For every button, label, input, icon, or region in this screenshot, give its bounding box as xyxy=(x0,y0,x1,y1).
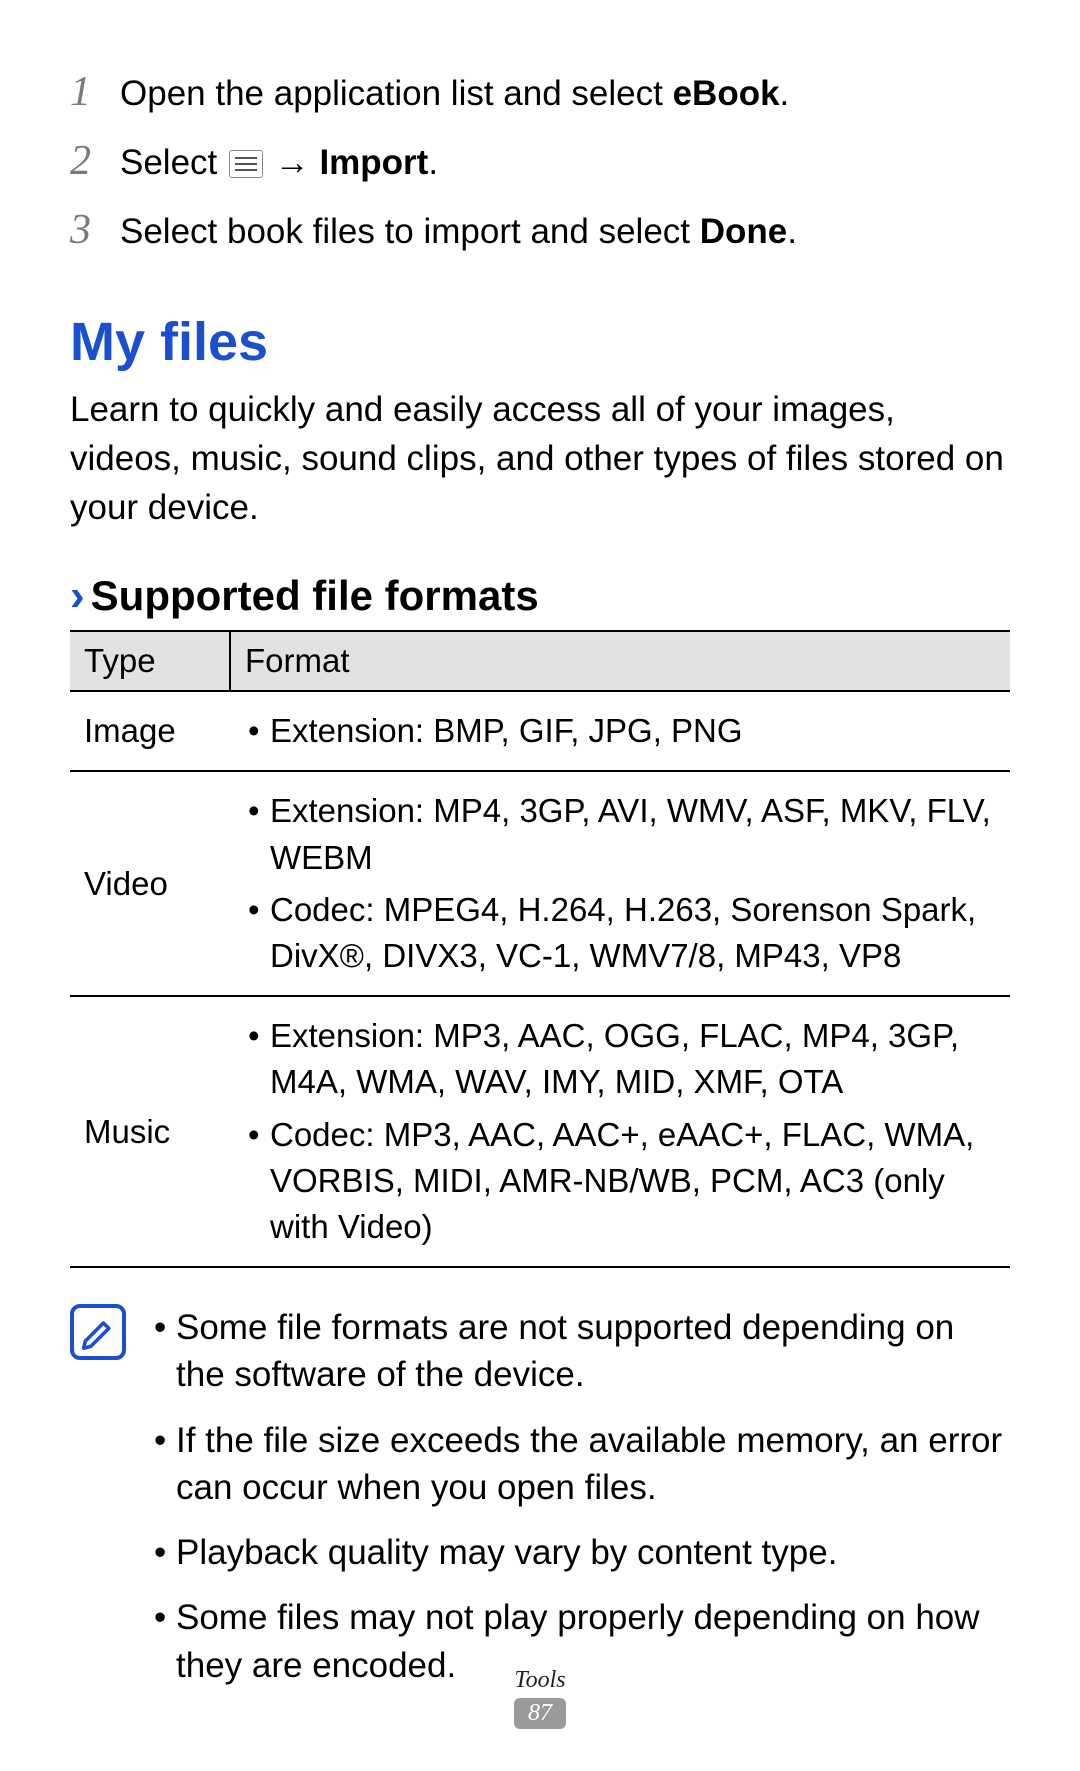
cell-type: Image xyxy=(70,691,230,771)
sub-heading: › Supported file formats xyxy=(70,572,1010,620)
page-footer: Tools 87 xyxy=(0,1667,1080,1729)
header-format: Format xyxy=(230,631,1010,691)
cell-type: Music xyxy=(70,996,230,1267)
table-row: Image Extension: BMP, GIF, JPG, PNG xyxy=(70,691,1010,771)
step-text: Select book files to import and select D… xyxy=(120,205,797,259)
note-icon xyxy=(70,1304,126,1360)
cell-format: Extension: BMP, GIF, JPG, PNG xyxy=(230,691,1010,771)
table-row: VideoExtension: MP4, 3GP, AVI, WMV, ASF,… xyxy=(70,771,1010,996)
chevron-icon: › xyxy=(70,574,85,618)
note-item: Some file formats are not supported depe… xyxy=(150,1304,1010,1399)
format-bullet: Extension: BMP, GIF, JPG, PNG xyxy=(244,708,996,754)
step-number: 2 xyxy=(70,129,100,194)
step-2: 2 Select → Import. xyxy=(70,129,1010,194)
step-text-prefix: Select book files to import and select xyxy=(120,212,700,251)
menu-icon xyxy=(229,150,263,178)
step-text-suffix: . xyxy=(428,143,438,182)
step-text-prefix: Select xyxy=(120,143,227,182)
note-item: Playback quality may vary by content typ… xyxy=(150,1529,1010,1576)
table-row: MusicExtension: MP3, AAC, OGG, FLAC, MP4… xyxy=(70,996,1010,1267)
table-header-row: Type Format xyxy=(70,631,1010,691)
cell-type: Video xyxy=(70,771,230,996)
step-text-bold: eBook xyxy=(673,74,780,113)
numbered-steps: 1 Open the application list and select e… xyxy=(70,60,1010,263)
sub-heading-text: Supported file formats xyxy=(91,572,539,620)
format-bullet: Extension: MP3, AAC, OGG, FLAC, MP4, 3GP… xyxy=(244,1013,996,1105)
step-text-prefix: Open the application list and select xyxy=(120,74,673,113)
pencil-note-icon xyxy=(80,1314,116,1350)
step-text-bold: Import xyxy=(319,143,428,182)
cell-format: Extension: MP4, 3GP, AVI, WMV, ASF, MKV,… xyxy=(230,771,1010,996)
note-item: If the file size exceeds the available m… xyxy=(150,1417,1010,1512)
section-intro: Learn to quickly and easily access all o… xyxy=(70,385,1010,532)
header-type: Type xyxy=(70,631,230,691)
step-text-arrow: → xyxy=(265,143,319,182)
formats-table: Type Format Image Extension: BMP, GIF, JP… xyxy=(70,630,1010,1268)
format-bullet: Codec: MP3, AAC, AAC+, eAAC+, FLAC, WMA,… xyxy=(244,1112,996,1251)
step-number: 1 xyxy=(70,60,100,125)
cell-format: Extension: MP3, AAC, OGG, FLAC, MP4, 3GP… xyxy=(230,996,1010,1267)
page-number-badge: 87 xyxy=(514,1698,566,1729)
step-text: Open the application list and select eBo… xyxy=(120,67,789,121)
step-1: 1 Open the application list and select e… xyxy=(70,60,1010,125)
format-bullet: Codec: MPEG4, H.264, H.263, Sorenson Spa… xyxy=(244,887,996,979)
step-number: 3 xyxy=(70,198,100,263)
step-3: 3 Select book files to import and select… xyxy=(70,198,1010,263)
step-text: Select → Import. xyxy=(120,136,438,190)
notes-list: Some file formats are not supported depe… xyxy=(150,1304,1010,1707)
section-heading: My files xyxy=(70,311,1010,373)
step-text-suffix: . xyxy=(780,74,790,113)
footer-section-label: Tools xyxy=(0,1667,1080,1694)
note-block: Some file formats are not supported depe… xyxy=(70,1304,1010,1707)
format-bullet: Extension: MP4, 3GP, AVI, WMV, ASF, MKV,… xyxy=(244,788,996,880)
step-text-suffix: . xyxy=(787,212,797,251)
step-text-bold: Done xyxy=(700,212,788,251)
